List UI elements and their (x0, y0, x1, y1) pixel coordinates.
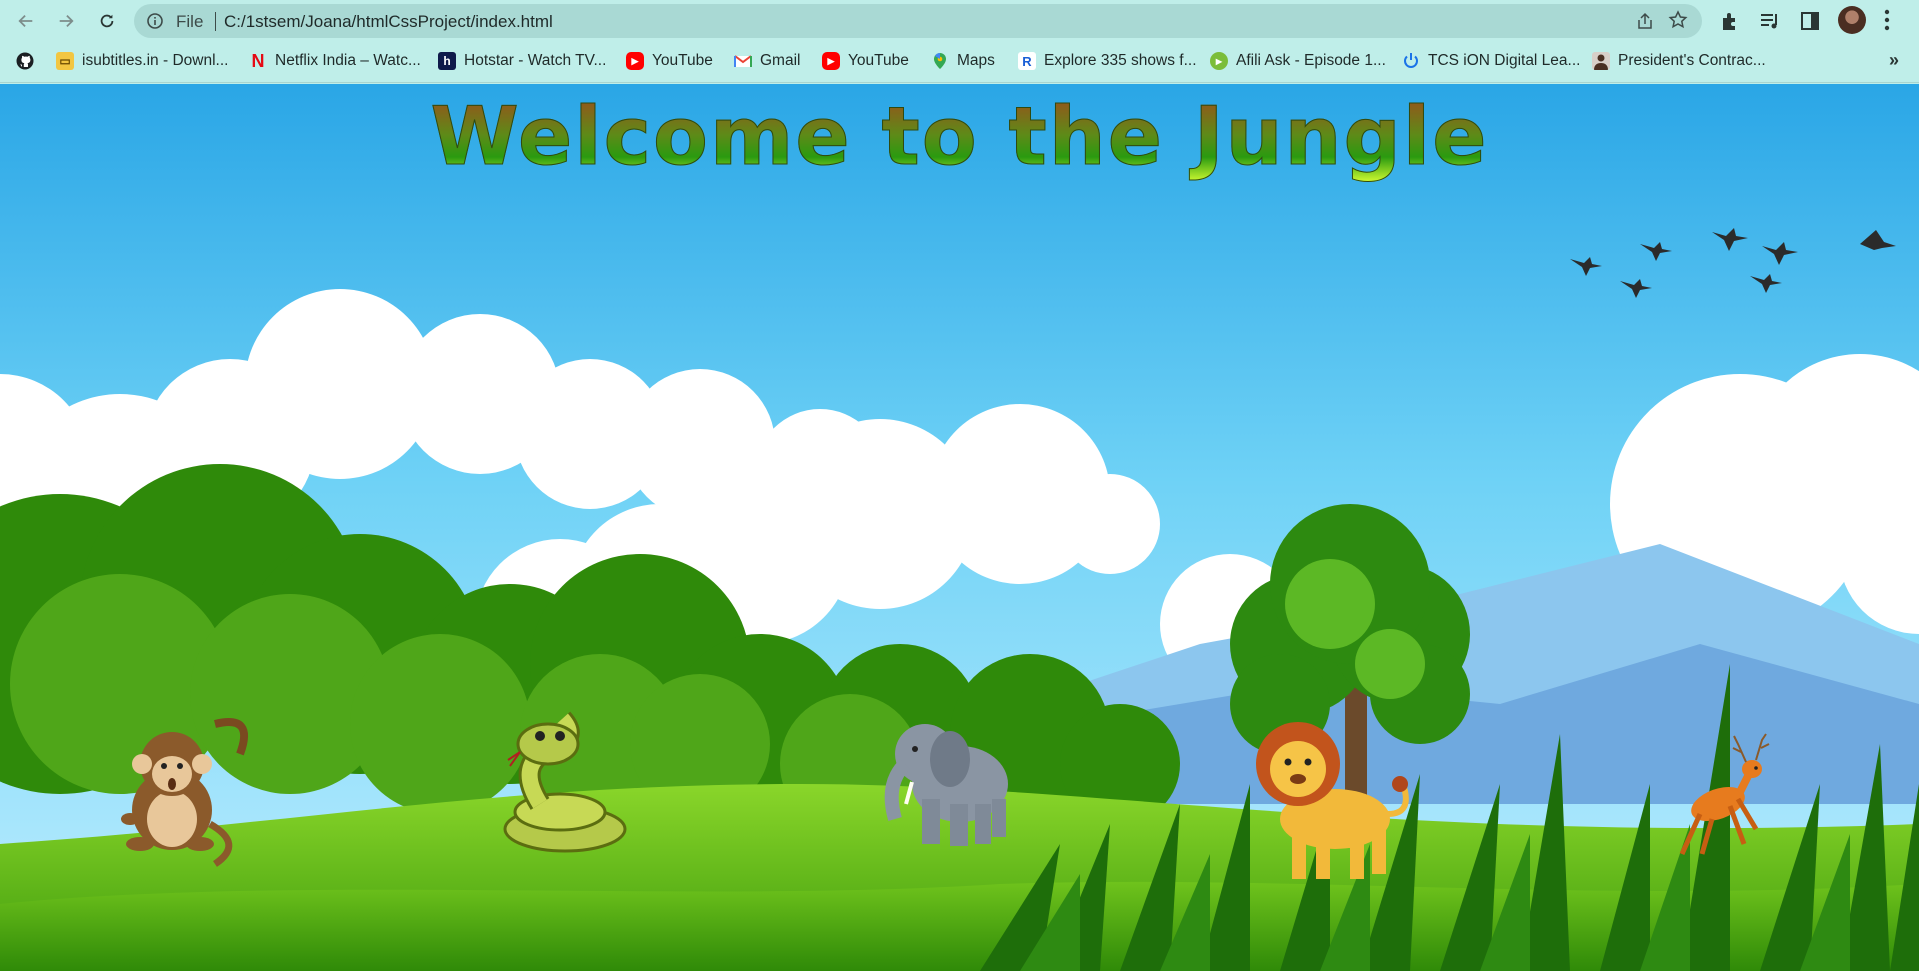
bookmark-label: Afili Ask - Episode 1... (1236, 52, 1386, 69)
youtube-icon: ▶ (822, 52, 840, 70)
url-text[interactable]: C:/1stsem/Joana/htmlCssProject/index.htm… (224, 12, 553, 32)
github-icon (16, 52, 34, 70)
play-icon: ▶ (1210, 52, 1228, 70)
bookmark-label: President's Contrac... (1618, 52, 1766, 69)
bookmark-label: isubtitles.in - Downl... (82, 52, 229, 69)
bookmark-label: YouTube (652, 52, 713, 69)
bookmark-label: TCS iON Digital Lea... (1428, 52, 1581, 69)
bookmark-isubtitles[interactable]: ▭ isubtitles.in - Downl... (56, 42, 228, 80)
address-bar[interactable]: File C:/1stsem/Joana/htmlCssProject/inde… (134, 4, 1702, 38)
maps-icon (934, 53, 946, 69)
isubtitles-icon: ▭ (56, 52, 74, 70)
bookmark-label: Maps (957, 52, 995, 69)
power-icon (1404, 53, 1418, 68)
bookmark-label: Hotstar - Watch TV... (464, 52, 607, 69)
media-control-icon[interactable] (1759, 10, 1781, 32)
reload-button[interactable] (93, 7, 121, 35)
bookmarks-overflow-icon[interactable]: » (1889, 50, 1899, 71)
page-viewport: Welcome to the Jungle (0, 84, 1919, 971)
page-title-text: Welcome to the Jungle (430, 90, 1489, 184)
arrow-left-icon (18, 14, 33, 28)
bookmark-maps[interactable]: Maps (931, 42, 995, 80)
browser-toolbar: File C:/1stsem/Joana/htmlCssProject/inde… (0, 0, 1919, 42)
youtube-icon: ▶ (626, 52, 644, 70)
bookmark-explore-shows[interactable]: R Explore 335 shows f... (1018, 42, 1197, 80)
hotstar-icon: h (438, 52, 456, 70)
scheme-label: File (176, 12, 204, 31)
bookmarks-bar: ▭ isubtitles.in - Downl... N Netflix Ind… (0, 42, 1919, 83)
info-icon[interactable] (147, 13, 163, 29)
bookmark-afili-ask[interactable]: ▶ Afili Ask - Episode 1... (1210, 42, 1386, 80)
bookmark-youtube-2[interactable]: ▶ YouTube (822, 42, 909, 80)
person-icon (1592, 52, 1610, 70)
bookmark-netflix[interactable]: N Netflix India – Watc... (249, 42, 421, 80)
bookmark-youtube[interactable]: ▶ YouTube (626, 42, 713, 80)
side-panel-icon[interactable] (1799, 10, 1821, 32)
gmail-icon (734, 55, 752, 67)
menu-kebab-icon[interactable] (1884, 9, 1890, 31)
jungle-background (0, 84, 1919, 971)
scheme-divider (215, 12, 216, 31)
back-button[interactable] (12, 7, 40, 35)
page-title: Welcome to the Jungle (0, 90, 1919, 184)
r-icon: R (1018, 52, 1036, 70)
bookmark-label: YouTube (848, 52, 909, 69)
profile-avatar[interactable] (1838, 6, 1866, 34)
forward-button[interactable] (52, 7, 80, 35)
share-icon[interactable] (1636, 12, 1654, 30)
bookmark-tcs-ion[interactable]: TCS iON Digital Lea... (1402, 42, 1580, 80)
star-icon[interactable] (1668, 10, 1688, 30)
arrow-right-icon (59, 14, 74, 28)
bookmark-hotstar[interactable]: h Hotstar - Watch TV... (438, 42, 606, 80)
bookmark-gmail[interactable]: Gmail (734, 42, 800, 80)
extensions-icon[interactable] (1719, 10, 1741, 32)
bookmark-label: Explore 335 shows f... (1044, 52, 1197, 69)
bookmark-github[interactable] (16, 42, 34, 80)
bookmark-label: Netflix India – Watc... (275, 52, 421, 69)
reload-icon (100, 14, 114, 28)
netflix-icon: N (251, 50, 265, 71)
bookmark-label: Gmail (760, 52, 801, 69)
bookmark-presidents-contract[interactable]: President's Contrac... (1592, 42, 1766, 80)
